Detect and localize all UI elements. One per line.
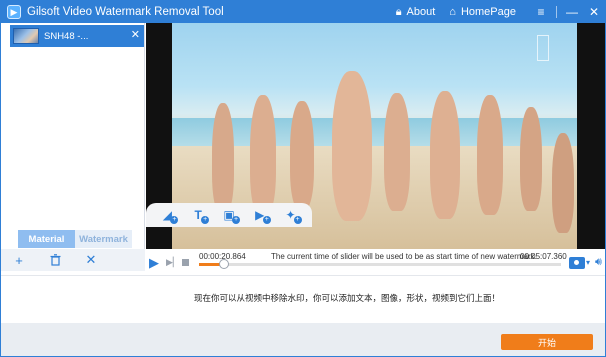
bottom-bar: 开始 bbox=[1, 323, 605, 356]
close-icon: ✕ bbox=[588, 5, 600, 19]
video-thumbnail bbox=[13, 28, 39, 44]
total-duration: 00:05:07.360 bbox=[520, 252, 567, 261]
title-separator bbox=[556, 6, 557, 18]
plus-badge-icon: + bbox=[262, 216, 271, 224]
video-scene-figure bbox=[290, 101, 314, 209]
about-label: About bbox=[406, 6, 436, 18]
video-scene-figure bbox=[332, 71, 372, 221]
add-video-button[interactable]: ▶ + bbox=[249, 206, 271, 224]
tab-watermark[interactable]: Watermark bbox=[75, 230, 132, 248]
menu-icon: ≡ bbox=[537, 5, 545, 19]
home-icon: ⌂ bbox=[449, 6, 456, 18]
material-panel: SNH48 -... ✕ Material Watermark + ✕ bbox=[1, 23, 145, 271]
video-scene-figure bbox=[212, 103, 234, 213]
tab-material[interactable]: Material bbox=[18, 230, 75, 248]
homepage-link[interactable]: ⌂ HomePage bbox=[449, 6, 516, 18]
lock-icon: 🔒︎ bbox=[395, 5, 402, 18]
file-name: SNH48 -... bbox=[44, 30, 89, 42]
title-bar-actions: 🔒︎ About ⌂ HomePage ≡ — ✕ bbox=[396, 1, 605, 23]
plus-badge-icon: + bbox=[201, 216, 210, 224]
video-scene-figure bbox=[430, 91, 460, 219]
video-scene-figure bbox=[477, 95, 503, 215]
trash-icon bbox=[50, 254, 60, 266]
clear-icon: ✕ bbox=[85, 252, 97, 267]
video-scene-figure bbox=[552, 133, 574, 233]
snapshot-icon[interactable] bbox=[569, 257, 585, 269]
timeline-slider[interactable] bbox=[199, 259, 561, 269]
plus-badge-icon: + bbox=[293, 216, 302, 224]
close-window-button[interactable]: ✕ bbox=[583, 1, 605, 23]
add-text-button[interactable]: T + bbox=[187, 206, 210, 224]
app-logo-icon: ▶ bbox=[7, 5, 21, 19]
delete-button[interactable] bbox=[37, 254, 73, 266]
menu-button[interactable]: ≡ bbox=[530, 1, 552, 23]
hint-text: 现在你可以从视频中移除水印，你可以添加文本，图像，形状，视频到它们上面！ bbox=[193, 293, 500, 303]
title-bar: ▶ Gilsoft Video Watermark Removal Tool 🔒… bbox=[1, 1, 605, 23]
snapshot-menu-icon[interactable]: ▾ bbox=[586, 258, 590, 267]
panel-tabs: Material Watermark bbox=[18, 230, 132, 248]
add-icon: + bbox=[15, 252, 23, 268]
file-list-item[interactable]: SNH48 -... ✕ bbox=[10, 25, 144, 47]
video-scene-figure bbox=[250, 95, 276, 215]
add-button[interactable]: + bbox=[1, 253, 37, 268]
homepage-label: HomePage bbox=[460, 6, 516, 18]
plus-badge-icon: + bbox=[170, 216, 179, 224]
list-toolbar: + ✕ bbox=[1, 249, 145, 271]
stop-icon[interactable] bbox=[182, 259, 189, 266]
video-scene-figure bbox=[384, 93, 410, 211]
play-icon[interactable]: ▶ bbox=[149, 255, 159, 271]
app-title: Gilsoft Video Watermark Removal Tool bbox=[27, 6, 224, 18]
clear-button[interactable]: ✕ bbox=[73, 252, 109, 268]
timeline-handle[interactable] bbox=[218, 259, 229, 269]
volume-icon[interactable]: 🔊︎ bbox=[595, 256, 602, 269]
plus-badge-icon: + bbox=[231, 216, 240, 224]
minimize-button[interactable]: — bbox=[561, 1, 583, 23]
add-shape-button[interactable]: ◢ + bbox=[156, 206, 179, 224]
add-image-button[interactable]: ▣ + bbox=[218, 206, 240, 224]
video-scene-figure bbox=[520, 107, 542, 211]
remove-file-icon[interactable]: ✕ bbox=[131, 28, 140, 41]
app-window: ▶ Gilsoft Video Watermark Removal Tool 🔒… bbox=[0, 0, 606, 357]
minimize-icon: — bbox=[566, 5, 578, 19]
watermark-edit-toolbar: ◢ + T + ▣ + ▶ + ✦ + bbox=[146, 203, 312, 227]
section-divider bbox=[1, 275, 605, 276]
playback-bar: ▶ ▶▏ 00:00:20.864 The current time of sl… bbox=[146, 249, 605, 275]
start-button[interactable]: 开始 bbox=[501, 334, 593, 350]
next-frame-icon[interactable]: ▶▏ bbox=[166, 257, 180, 268]
add-effect-button[interactable]: ✦ + bbox=[280, 206, 302, 224]
watermark-region[interactable] bbox=[537, 35, 549, 61]
slider-hint: The current time of slider will be used … bbox=[271, 252, 537, 261]
about-link[interactable]: 🔒︎ About bbox=[396, 6, 436, 19]
